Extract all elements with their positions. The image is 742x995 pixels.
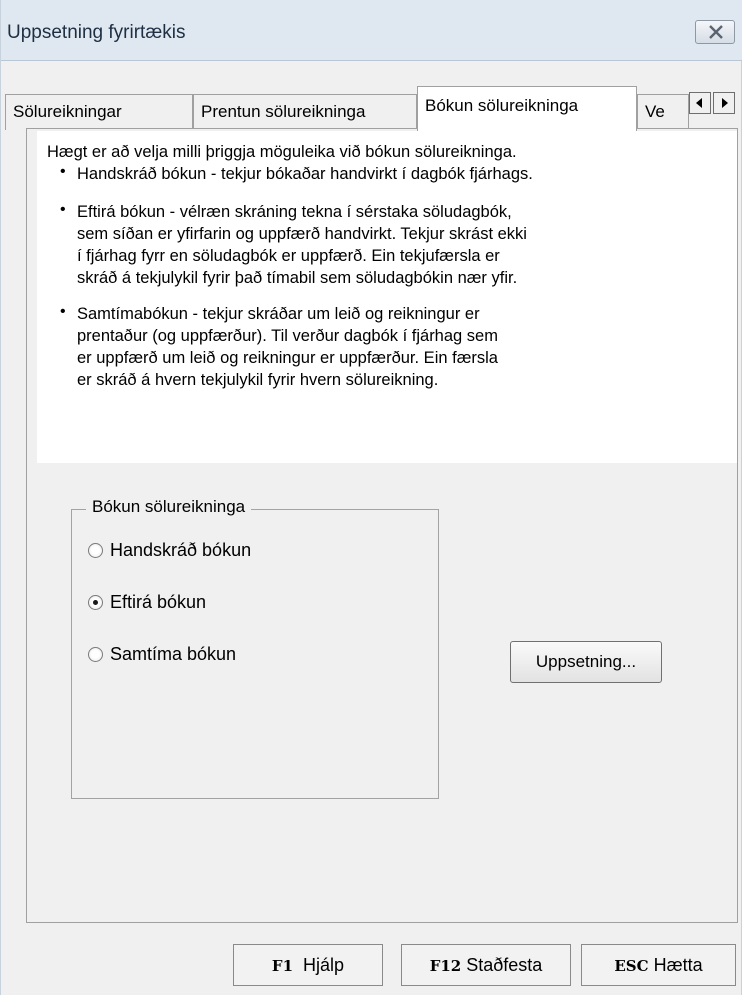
info-bullet-line: er skráð á hvern tekjulykil fyrir hvern … xyxy=(77,371,439,389)
tab-scroll-right-button[interactable] xyxy=(713,92,735,114)
booking-group-box: Bókun sölureikninga Handskráð bókun Efti… xyxy=(71,497,439,799)
help-label: Hjálp xyxy=(303,955,345,975)
info-bullet-line: Samtímabókun - tekjur skráðar um leið og… xyxy=(77,305,480,323)
cancel-label: Hætta xyxy=(653,955,703,975)
info-intro: Hægt er að velja milli þriggja möguleika… xyxy=(47,143,517,161)
arrow-left-icon xyxy=(696,98,702,108)
info-box: Hægt er að velja milli þriggja möguleika… xyxy=(37,131,737,463)
info-bullet-line: sem síðan er yfirfarin og uppfærð handvi… xyxy=(77,225,527,243)
window-title: Uppsetning fyrirtækis xyxy=(7,22,186,43)
info-bullet-line: er uppfærð um leið og reikningur er uppf… xyxy=(77,349,498,367)
radio-selected-dot xyxy=(93,600,98,605)
help-key: F1 xyxy=(271,957,294,975)
radio-circle[interactable] xyxy=(88,595,103,610)
radio-circle[interactable] xyxy=(88,647,103,662)
radio-label: Handskráð bókun xyxy=(110,540,252,560)
info-bullet-line: Handskráð bókun - tekjur bókaðar handvir… xyxy=(77,165,533,183)
setup-button[interactable]: Uppsetning... xyxy=(510,641,662,683)
tab-invoice-booking[interactable]: Bókun sölureikninga xyxy=(417,86,637,131)
tab-sales-invoices[interactable]: Sölureikningar xyxy=(5,94,193,130)
confirm-button[interactable]: F12 Staðfesta xyxy=(401,944,571,986)
tab-scroll-left-button[interactable] xyxy=(689,92,711,114)
bullet-icon: • xyxy=(60,201,66,218)
radio-circle[interactable] xyxy=(88,543,103,558)
tab-label: Sölureikningar xyxy=(13,102,122,121)
help-button[interactable]: F1 Hjálp xyxy=(233,944,383,986)
info-bullet-line: Eftirá bókun - vélræn skráning tekna í s… xyxy=(77,203,512,221)
cancel-key: ESC xyxy=(614,957,649,975)
tab-label: Bókun sölureikninga xyxy=(425,96,579,115)
info-bullet-line: í fjárhag fyrr en söludagbók er uppfærð.… xyxy=(77,247,500,265)
confirm-key: F12 xyxy=(429,957,462,975)
cancel-button[interactable]: ESC Hætta xyxy=(581,944,736,986)
bullet-icon: • xyxy=(60,163,66,180)
confirm-label: Staðfesta xyxy=(466,955,543,975)
close-button[interactable] xyxy=(695,20,735,44)
group-legend: Bókun sölureikninga xyxy=(86,497,252,517)
tab-panel: Hægt er að velja milli þriggja möguleika… xyxy=(26,128,738,923)
tab-label: Prentun sölureikninga xyxy=(201,102,366,121)
info-bullet-line: prentaður (og uppfærður). Til verður dag… xyxy=(77,327,498,345)
bullet-icon: • xyxy=(60,303,66,320)
tab-overflow[interactable]: Ve xyxy=(637,94,689,130)
dialog-window: Uppsetning fyrirtækis Sölureikningar Pre… xyxy=(0,0,742,995)
info-bullet-line: skráð á tekjulykil fyrir það tímabil sem… xyxy=(77,269,518,287)
tab-strip: Sölureikningar Prentun sölureikninga Bók… xyxy=(1,86,742,131)
tab-label: Ve xyxy=(645,102,665,121)
close-icon xyxy=(709,25,723,39)
radio-label: Eftirá bókun xyxy=(110,592,207,612)
title-bar[interactable]: Uppsetning fyrirtækis xyxy=(1,0,742,61)
arrow-right-icon xyxy=(722,98,728,108)
radio-label: Samtíma bókun xyxy=(110,644,237,664)
tab-invoice-printing[interactable]: Prentun sölureikninga xyxy=(193,94,417,130)
